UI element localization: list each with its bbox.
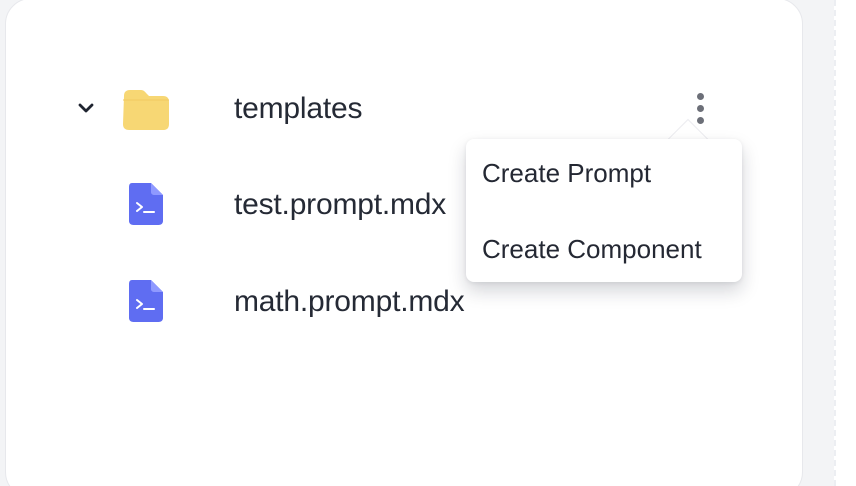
create-component-menu-item[interactable]: Create Component [482, 233, 702, 265]
tree-item-math-prompt[interactable]: math.prompt.mdx [6, 274, 796, 330]
file-tree-panel: templates test.prompt.mdx math.prompt.md… [5, 0, 803, 486]
prompt-file-icon [129, 183, 163, 225]
file-label: test.prompt.mdx [234, 188, 447, 221]
adjacent-panel-edge [834, 0, 856, 486]
chevron-down-icon[interactable] [74, 96, 98, 120]
file-explorer-screen: templates test.prompt.mdx math.prompt.md… [0, 0, 856, 486]
file-label: math.prompt.mdx [234, 285, 465, 318]
more-vertical-icon[interactable] [688, 93, 712, 125]
folder-icon [123, 90, 169, 130]
create-prompt-menu-item[interactable]: Create Prompt [482, 157, 651, 189]
folder-label: templates [234, 92, 363, 125]
prompt-file-icon [129, 280, 163, 322]
context-menu: Create Prompt Create Component [466, 139, 742, 282]
